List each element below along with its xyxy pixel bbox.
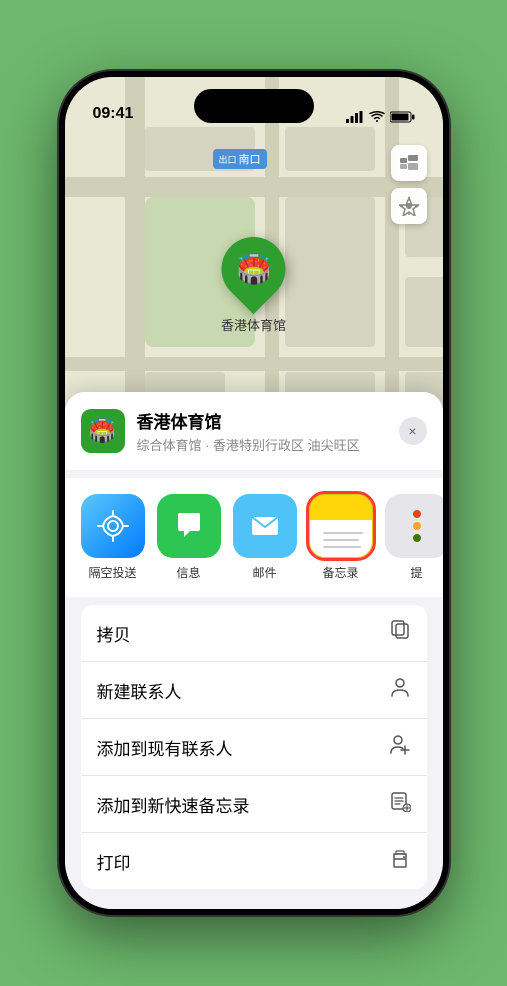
more-dots-decoration [413, 510, 421, 542]
action-add-notes[interactable]: 添加到新快速备忘录 [81, 776, 427, 833]
action-print-label: 打印 [97, 849, 131, 874]
status-bar: 09:41 [65, 77, 443, 131]
notes-label: 备忘录 [322, 564, 358, 581]
venue-icon: 🏟️ [81, 409, 125, 453]
share-item-airdrop[interactable]: 隔空投送 [81, 494, 145, 581]
share-row: 隔空投送 信息 [65, 478, 443, 597]
phone-frame: 09:41 [59, 71, 449, 915]
battery-icon [390, 111, 415, 123]
person-icon [389, 676, 411, 704]
share-item-mail[interactable]: 邮件 [233, 494, 297, 581]
venue-info: 香港体育馆 综合体育馆 · 香港特别行政区 油尖旺区 [137, 408, 387, 454]
dot-orange [413, 522, 421, 530]
venue-name: 香港体育馆 [137, 408, 387, 433]
messages-icon [157, 494, 221, 558]
map-controls [391, 145, 427, 230]
location-button[interactable] [391, 188, 427, 224]
action-new-contact-label: 新建联系人 [97, 678, 182, 703]
quick-note-icon [389, 790, 411, 818]
more-label: 提 [410, 564, 422, 581]
wifi-icon [369, 111, 385, 123]
airdrop-label: 隔空投送 [88, 564, 136, 581]
pin-emoji: 🏟️ [236, 253, 271, 286]
person-plus-icon [389, 733, 411, 761]
action-print[interactable]: 打印 [81, 833, 427, 889]
action-copy[interactable]: 拷贝 [81, 605, 427, 662]
phone-screen: 09:41 [65, 77, 443, 909]
map-exit-label: 出口南口 [213, 149, 267, 169]
notes-lines-decoration [315, 504, 367, 548]
share-item-notes[interactable]: 备忘录 [309, 494, 373, 581]
more-icon [385, 494, 443, 558]
action-list: 拷贝 新建联系人 [81, 605, 427, 889]
signal-icon [346, 111, 364, 123]
action-add-notes-label: 添加到新快速备忘录 [97, 792, 250, 817]
pin-label: 香港体育馆 [221, 315, 286, 334]
printer-icon [389, 847, 411, 875]
status-time: 09:41 [93, 105, 134, 123]
pin-body: 🏟️ [208, 224, 299, 315]
share-item-messages[interactable]: 信息 [157, 494, 221, 581]
venue-subtitle: 综合体育馆 · 香港特别行政区 油尖旺区 [137, 435, 387, 454]
airdrop-icon [81, 494, 145, 558]
map-type-button[interactable] [391, 145, 427, 181]
venue-header: 🏟️ 香港体育馆 综合体育馆 · 香港特别行政区 油尖旺区 × [65, 392, 443, 470]
notes-line-3 [323, 546, 361, 548]
action-add-existing[interactable]: 添加到现有联系人 [81, 719, 427, 776]
notes-line-1 [323, 532, 363, 534]
dot-green [413, 534, 421, 542]
mail-label: 邮件 [252, 564, 276, 581]
dot-red [413, 510, 421, 518]
share-item-more[interactable]: 提 [385, 494, 443, 581]
action-copy-label: 拷贝 [97, 621, 131, 646]
location-pin: 🏟️ 香港体育馆 [221, 237, 286, 334]
close-button[interactable]: × [399, 417, 427, 445]
status-icons [346, 111, 415, 123]
action-new-contact[interactable]: 新建联系人 [81, 662, 427, 719]
bottom-sheet: 🏟️ 香港体育馆 综合体育馆 · 香港特别行政区 油尖旺区 × [65, 392, 443, 909]
copy-icon [389, 619, 411, 647]
mail-icon [233, 494, 297, 558]
notes-icon [309, 494, 373, 558]
messages-label: 信息 [176, 564, 200, 581]
action-add-existing-label: 添加到现有联系人 [97, 735, 233, 760]
notes-line-2 [323, 539, 359, 541]
